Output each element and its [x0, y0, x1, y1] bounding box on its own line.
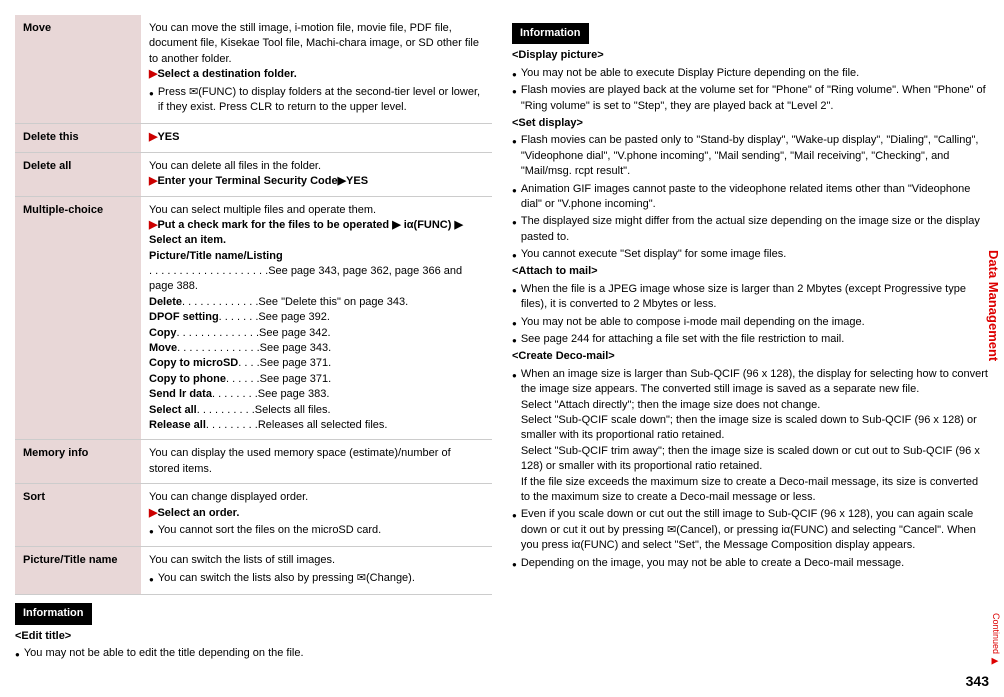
info-bullet: You may not be able to edit the title de…: [15, 646, 492, 661]
note-bullet: Press ✉(FUNC) to display folders at the …: [149, 85, 484, 116]
row-label: Memory info: [15, 440, 141, 484]
information-tag: Information: [15, 603, 92, 624]
note-bullet: You can switch the lists also by pressin…: [149, 571, 484, 586]
row-label: Delete this: [15, 124, 141, 152]
row-label: Move: [15, 15, 141, 124]
info-bullet: Flash movies can be pasted only to "Stan…: [512, 133, 989, 179]
info-bullet: Animation GIF images cannot paste to the…: [512, 182, 989, 213]
continued-label: Continued ▶: [989, 613, 1002, 667]
list-item: Delete. . . . . . . . . . . . .See "Dele…: [149, 295, 484, 310]
info-bullet: You may not be able to execute Display P…: [512, 66, 989, 81]
row-label: Delete all: [15, 152, 141, 196]
left-column: Move You can move the still image, i-mot…: [15, 15, 492, 663]
list-item: Send lr data. . . . . . . .See page 383.: [149, 387, 484, 402]
list-item: Release all. . . . . . . . .Releases all…: [149, 418, 484, 433]
row-content: ▶YES: [141, 124, 492, 152]
list-items: . . . . . . . . . . . . . . . . . . . .S…: [149, 264, 484, 433]
info-header: <Edit title>: [15, 630, 71, 642]
side-tab-label: Data Management: [984, 250, 1002, 361]
function-table: Move You can move the still image, i-mot…: [15, 15, 492, 595]
row-content: You can delete all files in the folder. …: [141, 152, 492, 196]
row-label: Multiple-choice: [15, 196, 141, 440]
info-bullet: You may not be able to compose i-mode ma…: [512, 315, 989, 330]
info-bullet: Even if you scale down or cut out the st…: [512, 507, 989, 553]
info-bullet: When the file is a JPEG image whose size…: [512, 282, 989, 313]
info-bullet: Flash movies are played back at the volu…: [512, 83, 989, 114]
list-item: Select all. . . . . . . . . .Selects all…: [149, 403, 484, 418]
note-bullet: You cannot sort the files on the microSD…: [149, 523, 484, 538]
info-sections: <Display picture> You may not be able to …: [512, 48, 989, 571]
info-bullet: When an image size is larger than Sub-QC…: [512, 367, 989, 506]
info-header: <Attach to mail>: [512, 265, 598, 277]
list-item: Copy to microSD. . . .See page 371.: [149, 356, 484, 371]
row-label: Sort: [15, 484, 141, 547]
info-header: <Display picture>: [512, 49, 604, 61]
info-bullet: See page 244 for attaching a file set wi…: [512, 332, 989, 347]
info-bullet: The displayed size might differ from the…: [512, 214, 989, 245]
info-bullet: Depending on the image, you may not be a…: [512, 556, 989, 571]
list-item: . . . . . . . . . . . . . . . . . . . .S…: [149, 264, 484, 295]
list-item: Move. . . . . . . . . . . . . .See page …: [149, 341, 484, 356]
row-content: You can switch the lists of still images…: [141, 547, 492, 595]
list-item: DPOF setting. . . . . . .See page 392.: [149, 310, 484, 325]
right-column: Information <Display picture> You may not…: [512, 15, 989, 663]
info-header: <Create Deco-mail>: [512, 350, 615, 362]
information-tag: Information: [512, 23, 589, 44]
row-content: You can change displayed order. ▶Select …: [141, 484, 492, 547]
info-header: <Set display>: [512, 117, 583, 129]
row-label: Picture/Title name: [15, 547, 141, 595]
row-content: You can display the used memory space (e…: [141, 440, 492, 484]
row-content: You can select multiple files and operat…: [141, 196, 492, 440]
info-bullet: You cannot execute "Set display" for som…: [512, 247, 989, 262]
list-item: Copy. . . . . . . . . . . . . .See page …: [149, 326, 484, 341]
row-content: You can move the still image, i-motion f…: [141, 15, 492, 124]
list-item: Copy to phone. . . . . .See page 371.: [149, 372, 484, 387]
page-number: 343: [966, 672, 989, 692]
